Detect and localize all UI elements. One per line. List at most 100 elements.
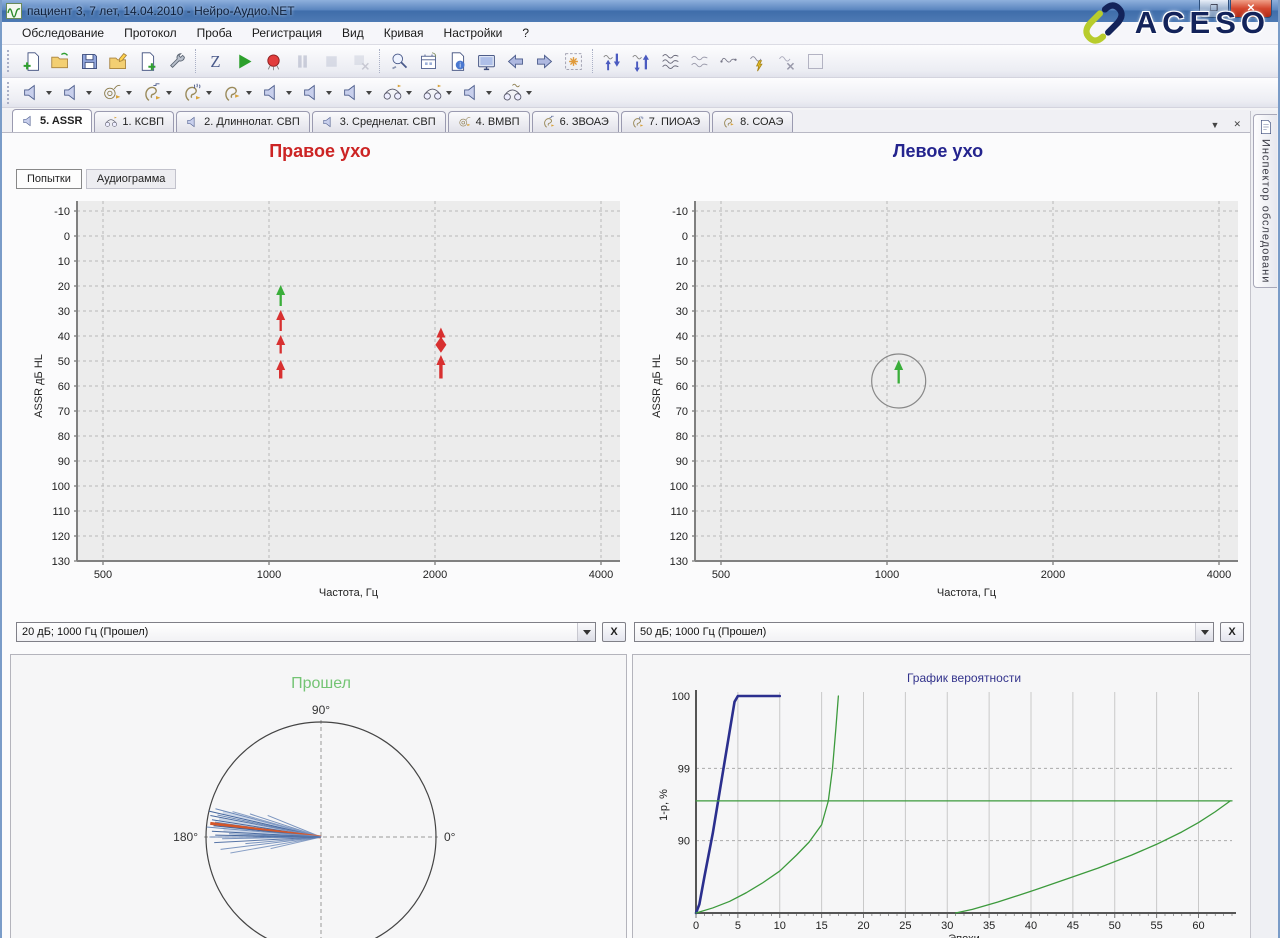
start-test-button[interactable] [230, 47, 259, 76]
dropdown-caret-icon[interactable] [166, 90, 172, 95]
probability-chart[interactable]: График вероятности 90 99 100 0 5 10 15 20 25 30 35 4… [633, 655, 1252, 938]
next-button[interactable] [530, 47, 559, 76]
tab-ksvp[interactable]: 1. КСВП [94, 111, 175, 132]
right-ear-attempt-delete-button[interactable]: X [602, 622, 626, 642]
cochlea-stimulus-button[interactable] [97, 78, 137, 107]
subtab-attempts[interactable]: Попытки [16, 169, 82, 189]
device-monitor-button[interactable] [472, 47, 501, 76]
stimulus-speaker-4-button[interactable] [297, 78, 337, 107]
menu-кривая[interactable]: Кривая [374, 23, 434, 43]
tab-assr[interactable]: 5. ASSR [12, 109, 93, 132]
tab-dlinnolat-svp[interactable]: 2. Длиннолат. СВП [176, 111, 310, 132]
menu-проба[interactable]: Проба [187, 23, 242, 43]
tab-srednelat-svp[interactable]: 3. Среднелат. СВП [311, 111, 446, 132]
pause-button[interactable] [288, 47, 317, 76]
dropdown-arrow-icon[interactable] [577, 623, 595, 641]
ear-burst-stimulus-button[interactable] [177, 78, 217, 107]
dropdown-caret-icon[interactable] [366, 90, 372, 95]
headset-stimulus-2-button[interactable] [417, 78, 457, 107]
save-exam-button[interactable] [75, 47, 104, 76]
probe-settings-button[interactable] [385, 47, 414, 76]
curve-stimulus-button[interactable] [743, 47, 772, 76]
stimulus-speaker-3-button[interactable] [257, 78, 297, 107]
svg-text:130: 130 [670, 556, 688, 568]
svg-text:130: 130 [52, 556, 70, 568]
split-curves-button[interactable] [685, 47, 714, 76]
left-ear-attempt-select[interactable]: 50 дБ; 1000 Гц (Прошел) [634, 622, 1214, 642]
menu--[interactable]: ? [512, 23, 539, 43]
new-protocol-button[interactable] [133, 47, 162, 76]
left-ear-assr-chart[interactable]: -10 0 10 20 30 40 50 60 70 80 90 100 110 120 130 500 100… [634, 196, 1242, 616]
new-exam-button[interactable] [17, 47, 46, 76]
dropdown-arrow-icon[interactable] [1195, 623, 1213, 641]
tabstrip-collapse-button[interactable]: ▼ [1208, 118, 1223, 132]
folderopen-icon [50, 51, 71, 72]
stop-button[interactable] [317, 47, 346, 76]
menu-настройки[interactable]: Настройки [434, 23, 513, 43]
menu-регистрация[interactable]: Регистрация [242, 23, 332, 43]
tab-pioae[interactable]: 7. ПИОАЭ [620, 111, 711, 132]
overlay-curves-button[interactable] [656, 47, 685, 76]
wavebolt-icon [747, 51, 768, 72]
headset-wave-stimulus-button[interactable] [497, 78, 537, 107]
tab-soae[interactable]: 8. СОАЭ [712, 111, 794, 132]
headset-stimulus-1-button[interactable] [377, 78, 417, 107]
dropdown-caret-icon[interactable] [326, 90, 332, 95]
tab-label: 7. ПИОАЭ [648, 116, 701, 128]
inspector-tab[interactable]: Инспектор обследовани [1253, 114, 1277, 289]
tabstrip-close-button[interactable]: ✕ [1230, 117, 1244, 132]
tab-vmvp[interactable]: 4. ВМВП [447, 111, 530, 132]
export-exam-button[interactable] [104, 47, 133, 76]
dropdown-caret-icon[interactable] [126, 90, 132, 95]
tab-zvoae[interactable]: 6. ЗВОАЭ [531, 111, 619, 132]
delete-curve-button[interactable] [772, 47, 801, 76]
scale-compress-button[interactable] [598, 47, 627, 76]
menu-обследование[interactable]: Обследование [12, 23, 114, 43]
single-curve-button[interactable] [714, 47, 743, 76]
stimulus-speaker-2-button[interactable] [57, 78, 97, 107]
report-button[interactable] [443, 47, 472, 76]
svg-text:80: 80 [58, 431, 70, 443]
svg-text:55: 55 [1151, 920, 1163, 932]
scale-expand-button[interactable] [627, 47, 656, 76]
stimulus-window-button[interactable] [559, 47, 588, 76]
dropdown-caret-icon[interactable] [246, 90, 252, 95]
dropdown-caret-icon[interactable] [46, 90, 52, 95]
selection-frame-button[interactable] [801, 47, 830, 76]
z-score-button[interactable] [201, 47, 230, 76]
stimulus-speaker-6-button[interactable] [457, 78, 497, 107]
box-icon [805, 51, 826, 72]
dropdown-caret-icon[interactable] [86, 90, 92, 95]
right-ear-attempt-select[interactable]: 20 дБ; 1000 Гц (Прошел) [16, 622, 596, 642]
svg-text:4000: 4000 [1207, 569, 1231, 581]
speaker-icon [342, 82, 363, 103]
close-button[interactable]: ✕ [1230, 0, 1272, 18]
dropdown-caret-icon[interactable] [526, 90, 532, 95]
phase-polar-chart[interactable]: Прошел 90° 180° 0° [11, 655, 626, 938]
right-ear-assr-chart[interactable]: -10 0 10 20 30 40 50 60 70 80 90 100 110 120 130 500 100… [16, 196, 624, 616]
dropdown-caret-icon[interactable] [406, 90, 412, 95]
setup-button[interactable] [162, 47, 191, 76]
toolbar-grip[interactable] [7, 50, 14, 72]
prev-button[interactable] [501, 47, 530, 76]
open-exam-button[interactable] [46, 47, 75, 76]
restore-button[interactable]: ❐ [1199, 0, 1229, 18]
stimulus-speaker-5-button[interactable] [337, 78, 377, 107]
stimulus-speaker-1-button[interactable] [17, 78, 57, 107]
left-ear-attempt-delete-button[interactable]: X [1220, 622, 1244, 642]
ear-stimulus-button[interactable] [217, 78, 257, 107]
toolbar-grip[interactable] [7, 81, 14, 104]
dropdown-caret-icon[interactable] [286, 90, 292, 95]
schedule-button[interactable] [414, 47, 443, 76]
subtab-audiogram[interactable]: Аудиограмма [85, 169, 177, 189]
speaker-icon [62, 82, 83, 103]
zoomwrench-icon [389, 51, 410, 72]
ear-pulse-stimulus-button[interactable] [137, 78, 177, 107]
menu-вид[interactable]: Вид [332, 23, 374, 43]
record-button[interactable] [259, 47, 288, 76]
dropdown-caret-icon[interactable] [206, 90, 212, 95]
dropdown-caret-icon[interactable] [486, 90, 492, 95]
abort-button[interactable] [346, 47, 375, 76]
menu-протокол[interactable]: Протокол [114, 23, 187, 43]
dropdown-caret-icon[interactable] [446, 90, 452, 95]
